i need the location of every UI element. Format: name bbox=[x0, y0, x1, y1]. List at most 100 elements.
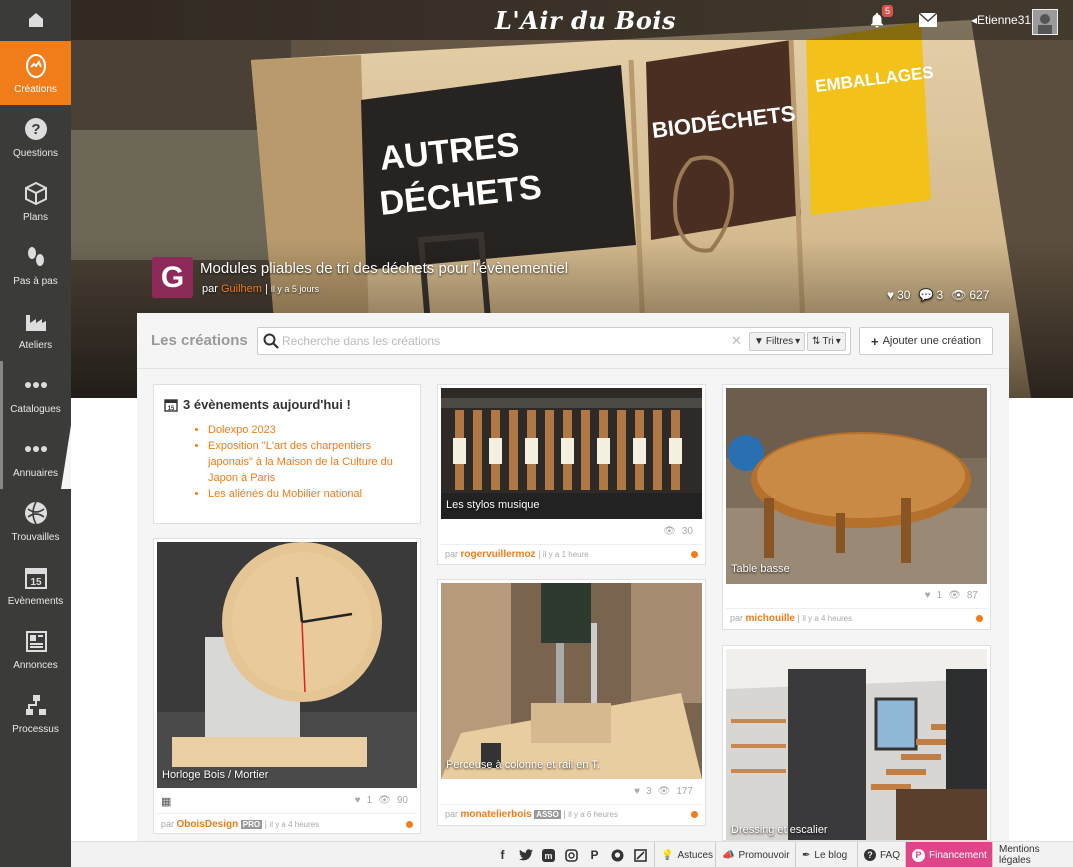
creation-stats: ♥ 1 👁 90 bbox=[354, 795, 408, 806]
author-link[interactable]: michouille bbox=[746, 613, 795, 624]
creation-card[interactable]: Les stylos musique 👁 30 par rogervuillerm… bbox=[437, 384, 706, 565]
creation-meta: par rogervuillermoz | il y a 1 heure bbox=[445, 549, 589, 560]
sidebar-item-annonces[interactable]: Annonces bbox=[0, 617, 71, 681]
featured-author-link[interactable]: Guilhem bbox=[221, 283, 262, 295]
events-title: 15 3 évènements aujourd'hui ! bbox=[164, 397, 410, 412]
creation-caption: Perceuse à colonne et rail en T. bbox=[446, 759, 600, 771]
footer-bar: f m P 💡 Astuces 📣 Promouvoir ✒ Le blog ? FAQ… bbox=[71, 841, 1073, 867]
mentions-legales-link[interactable]: Mentions légales bbox=[992, 842, 1073, 867]
filter-icon: ▼ bbox=[754, 336, 764, 347]
home-button[interactable] bbox=[0, 0, 71, 40]
sidebar-item-processus[interactable]: Processus bbox=[0, 681, 71, 745]
heart-icon: ♥ bbox=[887, 288, 895, 302]
featured-title[interactable]: Modules pliables de tri des déchets pour… bbox=[200, 260, 568, 277]
creation-image[interactable] bbox=[726, 388, 987, 584]
creation-image[interactable] bbox=[157, 542, 417, 788]
megaphone-icon: 📣 bbox=[722, 849, 735, 861]
patreon-icon: P bbox=[912, 848, 925, 862]
sidebar-group-indicator bbox=[0, 361, 3, 489]
panel-header: Les créations ✕ ▼Filtres▾ ⇅Tri▾ +Ajouter… bbox=[137, 313, 1009, 369]
svg-text:15: 15 bbox=[30, 577, 42, 588]
creation-caption: Les stylos musique bbox=[446, 499, 540, 511]
author-link[interactable]: OboisDesign bbox=[177, 819, 239, 830]
creation-caption: Table basse bbox=[731, 563, 790, 575]
search-input[interactable] bbox=[282, 332, 722, 350]
sidebar-item-catalogues[interactable]: Catalogues bbox=[0, 361, 71, 425]
sidebar-item-trouvailles[interactable]: Trouvailles bbox=[0, 489, 71, 553]
flowchart-icon bbox=[23, 692, 49, 718]
filters-dropdown[interactable]: ▼ Filtres ▾ bbox=[749, 332, 806, 351]
astuces-link[interactable]: 💡 Astuces bbox=[654, 842, 713, 867]
github-icon[interactable] bbox=[609, 847, 626, 864]
creation-stats: ♥ 1 👁 87 bbox=[924, 590, 978, 601]
author-link[interactable]: monatelierbois bbox=[461, 809, 532, 820]
creation-image[interactable] bbox=[441, 583, 702, 779]
sidebar-item-questions[interactable]: ? Questions bbox=[0, 105, 71, 169]
featured-time: il y a 5 jours bbox=[270, 284, 319, 294]
sidebar-item-evenements[interactable]: 15 Evènements bbox=[0, 553, 71, 617]
blog-feed-icon[interactable] bbox=[632, 847, 649, 864]
calendar-icon: 15 bbox=[164, 398, 178, 412]
financement-link[interactable]: P Financement bbox=[905, 842, 993, 867]
creation-stats: 👁 30 bbox=[663, 526, 693, 537]
sidebar-item-ateliers[interactable]: Ateliers bbox=[0, 297, 71, 361]
notification-count-badge: 5 bbox=[882, 5, 894, 17]
promouvoir-link[interactable]: 📣 Promouvoir bbox=[715, 842, 790, 867]
home-icon bbox=[28, 13, 43, 27]
creation-image[interactable] bbox=[726, 649, 987, 840]
event-link[interactable]: Dolexpo 2023 bbox=[208, 422, 410, 438]
heart-icon: ♥ bbox=[634, 786, 641, 797]
user-avatar[interactable] bbox=[1032, 9, 1058, 35]
event-link[interactable]: Exposition "L'art des charpentiers japon… bbox=[208, 438, 410, 486]
pinterest-icon[interactable]: P bbox=[586, 847, 603, 864]
creation-card[interactable]: Horloge Bois / Mortier ▦ ♥ 1 👁 90 par Oboi… bbox=[153, 538, 421, 834]
search-box[interactable]: ✕ ▼Filtres▾ ⇅Tri▾ bbox=[257, 327, 851, 355]
dots-icon bbox=[23, 372, 49, 398]
eye-icon: 👁 bbox=[378, 795, 391, 806]
question-icon: ? bbox=[23, 116, 49, 142]
creation-caption: Dressing et escalier bbox=[731, 824, 828, 836]
brand-logo[interactable]: L'Air du Bois bbox=[495, 6, 676, 35]
sidebar-item-creations[interactable]: Créations bbox=[0, 41, 71, 105]
creation-card[interactable]: Perceuse à colonne et rail en T. ♥ 3 👁 177… bbox=[437, 579, 706, 826]
sort-icon: ⇅ bbox=[812, 336, 821, 347]
event-link[interactable]: Les aliénés du Mobilier national bbox=[208, 486, 410, 502]
mail-icon[interactable] bbox=[918, 12, 938, 30]
clear-search-icon[interactable]: ✕ bbox=[731, 333, 742, 349]
newspaper-icon bbox=[23, 628, 49, 654]
sort-dropdown[interactable]: ⇅ Tri ▾ bbox=[807, 332, 846, 351]
divider bbox=[441, 544, 702, 545]
sidebar: Créations ? Questions Plans Pas à pas At… bbox=[0, 0, 71, 867]
pro-badge: PRO bbox=[240, 820, 263, 829]
caret-down-icon: ▾ bbox=[835, 336, 841, 347]
faq-link[interactable]: ? FAQ bbox=[857, 842, 900, 867]
user-menu[interactable]: ◂Etienne31 bbox=[971, 13, 1031, 27]
author-link[interactable]: rogervuillermoz bbox=[461, 549, 536, 560]
creation-card[interactable]: Table basse ♥ 1 👁 87 par michouille | il y… bbox=[722, 384, 991, 630]
panel-title: Les créations bbox=[151, 332, 248, 349]
creation-meta: par monatelierbois ASSO | il y a 6 heure… bbox=[445, 809, 619, 820]
facebook-icon[interactable]: f bbox=[494, 847, 511, 864]
qr-icon[interactable]: ▦ bbox=[161, 795, 171, 808]
svg-text:m: m bbox=[544, 851, 552, 861]
dots-icon bbox=[23, 436, 49, 462]
add-creation-button[interactable]: + Ajouter une création bbox=[859, 327, 993, 355]
cube-icon bbox=[23, 180, 49, 206]
sidebar-item-pas-a-pas[interactable]: Pas à pas bbox=[0, 233, 71, 297]
creation-card[interactable]: Dressing et escalier bbox=[722, 645, 991, 841]
blog-link[interactable]: ✒ Le blog bbox=[795, 842, 847, 867]
twitter-icon[interactable] bbox=[517, 847, 534, 864]
featured-meta: par Guilhem | il y a 5 jours bbox=[202, 283, 319, 295]
creation-meta: par michouille | il y a 4 heures bbox=[730, 613, 853, 624]
instagram-icon[interactable] bbox=[563, 847, 580, 864]
featured-stats: ♥ 30 💬 3 👁 627 bbox=[887, 288, 989, 302]
eye-icon: 👁 bbox=[948, 590, 961, 601]
comments-stat: 💬 3 bbox=[918, 288, 944, 302]
mastodon-icon[interactable]: m bbox=[540, 847, 557, 864]
heart-icon: ♥ bbox=[924, 590, 931, 601]
featured-author-logo[interactable]: G bbox=[152, 257, 193, 298]
status-dot bbox=[976, 615, 983, 622]
eye-icon: 👁 bbox=[663, 526, 676, 537]
social-links: f m P bbox=[494, 842, 649, 867]
sidebar-item-plans[interactable]: Plans bbox=[0, 169, 71, 233]
